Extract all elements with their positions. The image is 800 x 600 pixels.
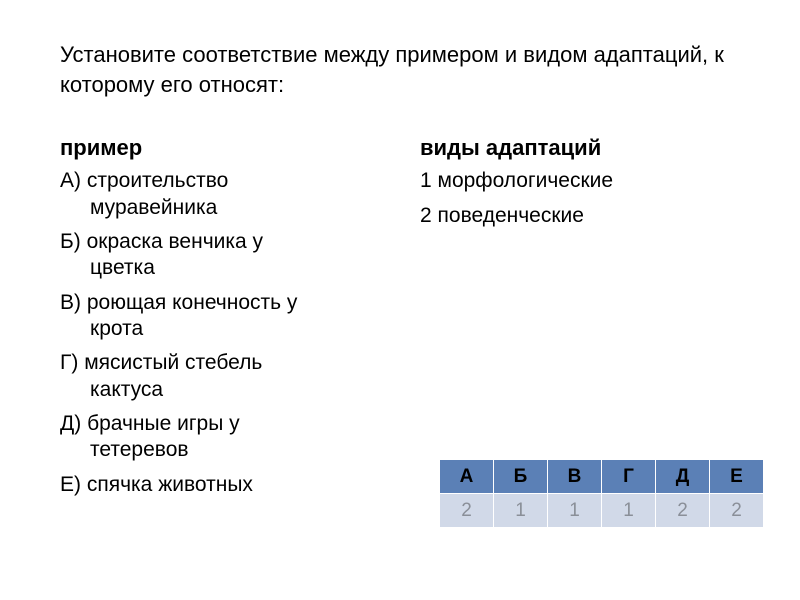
example-item: Е) спячка животных	[60, 471, 380, 499]
item-marker: Д)	[60, 412, 81, 435]
example-item: А) строительство муравейника	[60, 167, 380, 222]
item-text-top: окраска венчика у	[87, 230, 263, 253]
answer-header-cell: Б	[494, 460, 548, 494]
item-text-wrap: цветка	[60, 254, 380, 282]
instruction-text: Установите соответствие между примером и…	[60, 40, 740, 99]
item-text: спячка животных	[87, 473, 253, 496]
example-item: В) роющая конечность у крота	[60, 289, 380, 344]
item-text-wrap: тетеревов	[60, 436, 380, 464]
item-marker: Г)	[60, 351, 78, 374]
columns-container: пример А) строительство муравейника Б) о…	[60, 135, 740, 505]
item-marker: Е)	[60, 473, 81, 496]
answer-header-cell: Г	[602, 460, 656, 494]
types-column: виды адаптаций 1 морфологические 2 повед…	[420, 135, 740, 505]
answer-header-cell: А	[440, 460, 494, 494]
item-text-top: мясистый стебель	[84, 351, 262, 374]
answer-header-cell: Е	[710, 460, 764, 494]
answer-value-cell: 2	[440, 494, 494, 528]
example-item: Г) мясистый стебель кактуса	[60, 349, 380, 404]
answer-value-cell: 1	[602, 494, 656, 528]
answer-value-cell: 1	[548, 494, 602, 528]
types-heading: виды адаптаций	[420, 135, 740, 161]
item-text-wrap: крота	[60, 315, 380, 343]
item-text-top: брачные игры у	[87, 412, 240, 435]
answer-value-cell: 2	[710, 494, 764, 528]
example-item: Б) окраска венчика у цветка	[60, 228, 380, 283]
answer-header-cell: В	[548, 460, 602, 494]
item-marker: Б)	[60, 230, 81, 253]
examples-column: пример А) строительство муравейника Б) о…	[60, 135, 380, 505]
answer-value-cell: 1	[494, 494, 548, 528]
item-text-wrap: муравейника	[60, 194, 380, 222]
answer-value-row: 2 1 1 1 2 2	[440, 494, 764, 528]
examples-heading: пример	[60, 135, 380, 161]
answer-header-cell: Д	[656, 460, 710, 494]
item-text-top: строительство	[87, 169, 228, 192]
answer-value-cell: 2	[656, 494, 710, 528]
item-text-wrap: кактуса	[60, 376, 380, 404]
answer-table: А Б В Г Д Е 2 1 1 1 2 2	[439, 459, 764, 528]
item-marker: А)	[60, 169, 81, 192]
item-text-top: роющая конечность у	[87, 291, 298, 314]
type-item: 2 поведенческие	[420, 202, 740, 230]
type-item: 1 морфологические	[420, 167, 740, 195]
answer-header-row: А Б В Г Д Е	[440, 460, 764, 494]
example-item: Д) брачные игры у тетеревов	[60, 410, 380, 465]
item-marker: В)	[60, 291, 81, 314]
